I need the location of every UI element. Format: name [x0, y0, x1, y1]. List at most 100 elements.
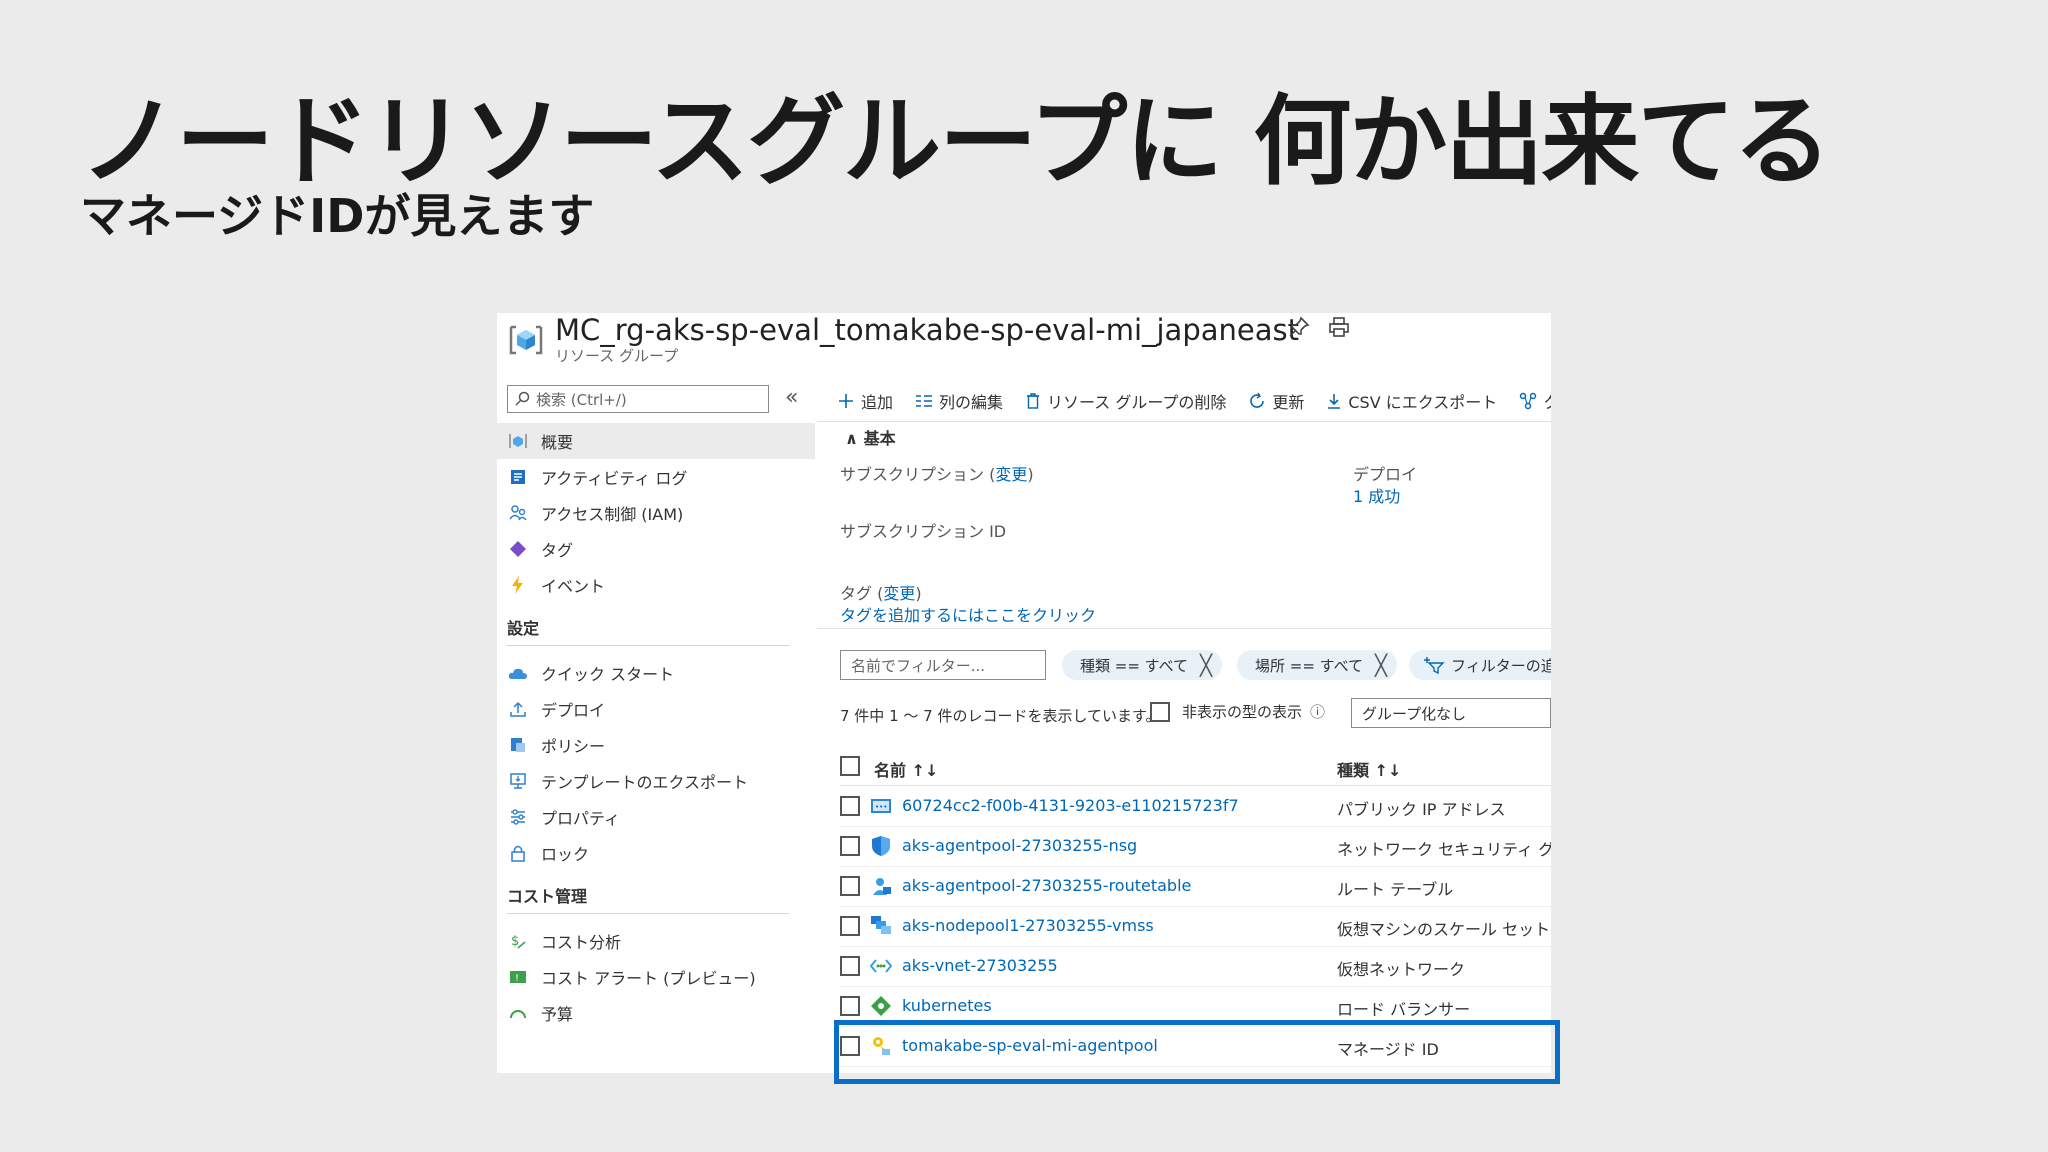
- download-icon: [1328, 394, 1341, 409]
- row-checkbox[interactable]: [840, 996, 860, 1016]
- record-count: 7 件中 1 ～ 7 件のレコードを表示しています。: [840, 707, 1161, 725]
- export-csv-button[interactable]: CSV にエクスポート: [1326, 389, 1497, 413]
- row-checkbox[interactable]: [840, 836, 860, 856]
- close-icon[interactable]: ╳: [1375, 653, 1387, 677]
- nav-item-label: 概要: [541, 433, 574, 452]
- resource-name-link[interactable]: 60724cc2-f00b-4131-9203-e110215723f7: [902, 796, 1239, 815]
- edit-columns-button[interactable]: 列の編集: [915, 389, 1003, 413]
- nav-section-cost: コスト管理: [507, 887, 588, 906]
- resource-name-link[interactable]: kubernetes: [902, 996, 992, 1015]
- nav-item-iam[interactable]: アクセス制御 (IAM): [497, 495, 815, 531]
- policy-icon: [507, 734, 529, 756]
- resource-menu: 検索 (Ctrl+/) « 概要 アクティビティ ログ アクセス制御 (IAM): [497, 383, 815, 1073]
- resource-group-subtitle: リソース グループ: [555, 347, 679, 365]
- vm-scale-set-icon: [871, 916, 891, 934]
- add-button[interactable]: 追加: [837, 389, 893, 413]
- virtual-network-icon: [870, 959, 892, 973]
- sliders-icon: [507, 806, 529, 828]
- nav-item-label: タグ: [541, 541, 574, 560]
- activity-log-icon: [507, 466, 529, 488]
- nav-item-cost-alerts[interactable]: ! コスト アラート (プレビュー): [497, 959, 815, 995]
- upload-icon: [507, 698, 529, 720]
- nav-item-export-template[interactable]: テンプレートのエクスポート: [497, 763, 815, 799]
- resource-name-link[interactable]: aks-agentpool-27303255-routetable: [902, 876, 1191, 895]
- essentials-toggle[interactable]: ∧ 基本: [845, 425, 896, 449]
- delete-label: リソース グループの削除: [1047, 393, 1227, 412]
- nav-item-cost-analysis[interactable]: $ コスト分析: [497, 923, 815, 959]
- search-icon: [515, 391, 530, 406]
- column-header-type[interactable]: 種類 ↑↓: [1337, 757, 1401, 781]
- close-icon[interactable]: ╳: [1200, 653, 1212, 677]
- refresh-button[interactable]: 更新: [1248, 389, 1304, 413]
- nav-item-label: ロック: [541, 845, 590, 864]
- slide-subtitle: マネージドIDが見えます: [80, 189, 595, 243]
- row-checkbox[interactable]: [840, 956, 860, 976]
- nav-item-label: コスト アラート (プレビュー): [541, 969, 756, 988]
- table-row[interactable]: aks-agentpool-27303255-routetable ルート テー…: [840, 866, 1551, 907]
- nav-item-budgets[interactable]: 予算: [497, 995, 815, 1031]
- add-tags-link[interactable]: タグを追加するにはここをクリック: [840, 602, 1096, 626]
- nav-item-deployments[interactable]: デプロイ: [497, 691, 815, 727]
- row-checkbox[interactable]: [840, 876, 860, 896]
- grouping-select[interactable]: グループ化なし: [1351, 698, 1551, 728]
- template-icon: [507, 770, 529, 792]
- print-icon[interactable]: [1327, 315, 1351, 339]
- nav-item-quickstart[interactable]: クイック スタート: [497, 655, 815, 691]
- resource-name-link[interactable]: aks-vnet-27303255: [902, 956, 1058, 975]
- row-checkbox[interactable]: [840, 796, 860, 816]
- export-label: CSV にエクスポート: [1348, 393, 1498, 412]
- resource-name-link[interactable]: aks-agentpool-27303255-nsg: [902, 836, 1137, 855]
- nav-item-policies[interactable]: ポリシー: [497, 727, 815, 763]
- select-all-checkbox[interactable]: [840, 756, 860, 776]
- open-query-button[interactable]: クエ: [1519, 389, 1551, 413]
- query-icon: [1520, 392, 1537, 410]
- change-subscription-link[interactable]: 変更: [995, 465, 1027, 484]
- route-table-icon: [873, 878, 891, 895]
- tags-label: タグ (変更): [840, 584, 922, 603]
- table-row[interactable]: aks-vnet-27303255 仮想ネットワーク: [840, 946, 1551, 987]
- command-bar: 追加 列の編集 リソース グループの削除 更新 CSV にエクスポート クエ: [837, 383, 1551, 419]
- table-row[interactable]: aks-nodepool1-27303255-vmss 仮想マシンのスケール セ…: [840, 906, 1551, 947]
- resource-type: ネットワーク セキュリティ グループ: [1337, 840, 1551, 859]
- public-ip-icon: •••: [871, 799, 891, 813]
- nav-item-label: 予算: [541, 1005, 574, 1024]
- nav-item-events[interactable]: イベント: [497, 567, 815, 603]
- nav-item-label: プロパティ: [541, 809, 621, 828]
- change-tags-link[interactable]: 変更: [883, 584, 915, 603]
- nav-divider: [507, 913, 789, 914]
- show-hidden-types-toggle[interactable]: 非表示の型の表示 ⓘ: [1150, 701, 1325, 722]
- table-row[interactable]: aks-agentpool-27303255-nsg ネットワーク セキュリティ…: [840, 826, 1551, 867]
- nav-item-overview[interactable]: 概要: [497, 423, 815, 459]
- nav-item-label: テンプレートのエクスポート: [541, 773, 749, 792]
- add-filter-button[interactable]: フィルターの追加: [1409, 650, 1551, 680]
- people-icon: [507, 502, 529, 524]
- deployments-value-link[interactable]: 1 成功: [1353, 483, 1400, 507]
- cost-alert-icon: !: [507, 966, 529, 988]
- pin-icon[interactable]: [1287, 315, 1311, 339]
- nav-item-activity-log[interactable]: アクティビティ ログ: [497, 459, 815, 495]
- name-filter-input[interactable]: 名前でフィルター...: [840, 650, 1046, 680]
- type-filter-label: 種類 == すべて: [1080, 656, 1189, 675]
- show-hidden-checkbox[interactable]: [1150, 701, 1170, 722]
- menu-search-input[interactable]: 検索 (Ctrl+/): [507, 385, 769, 413]
- resource-name-link[interactable]: aks-nodepool1-27303255-vmss: [902, 916, 1154, 935]
- query-label: クエ: [1543, 389, 1551, 413]
- delete-resource-group-button[interactable]: リソース グループの削除: [1025, 389, 1226, 413]
- nav-item-tags[interactable]: タグ: [497, 531, 815, 567]
- row-checkbox[interactable]: [840, 916, 860, 936]
- subscription-id-label: サブスクリプション ID: [840, 522, 1007, 541]
- table-row[interactable]: ••• 60724cc2-f00b-4131-9203-e110215723f7…: [840, 786, 1551, 827]
- nav-item-locks[interactable]: ロック: [497, 835, 815, 871]
- resource-type: 仮想マシンのスケール セット: [1337, 920, 1551, 939]
- toolbar-divider: [817, 421, 1551, 422]
- type-filter-pill[interactable]: 種類 == すべて ╳: [1062, 650, 1223, 680]
- nav-item-properties[interactable]: プロパティ: [497, 799, 815, 835]
- add-filter-icon: [1424, 657, 1445, 674]
- collapse-menu-button[interactable]: «: [785, 385, 798, 410]
- column-header-name[interactable]: 名前 ↑↓: [874, 757, 938, 781]
- resource-type: ルート テーブル: [1337, 880, 1454, 899]
- shield-icon: [872, 836, 890, 856]
- resource-group-title: MC_rg-aks-sp-eval_tomakabe-sp-eval-mi_ja…: [555, 313, 1299, 347]
- location-filter-pill[interactable]: 場所 == すべて ╳: [1237, 650, 1398, 680]
- svg-text:!: !: [515, 973, 519, 984]
